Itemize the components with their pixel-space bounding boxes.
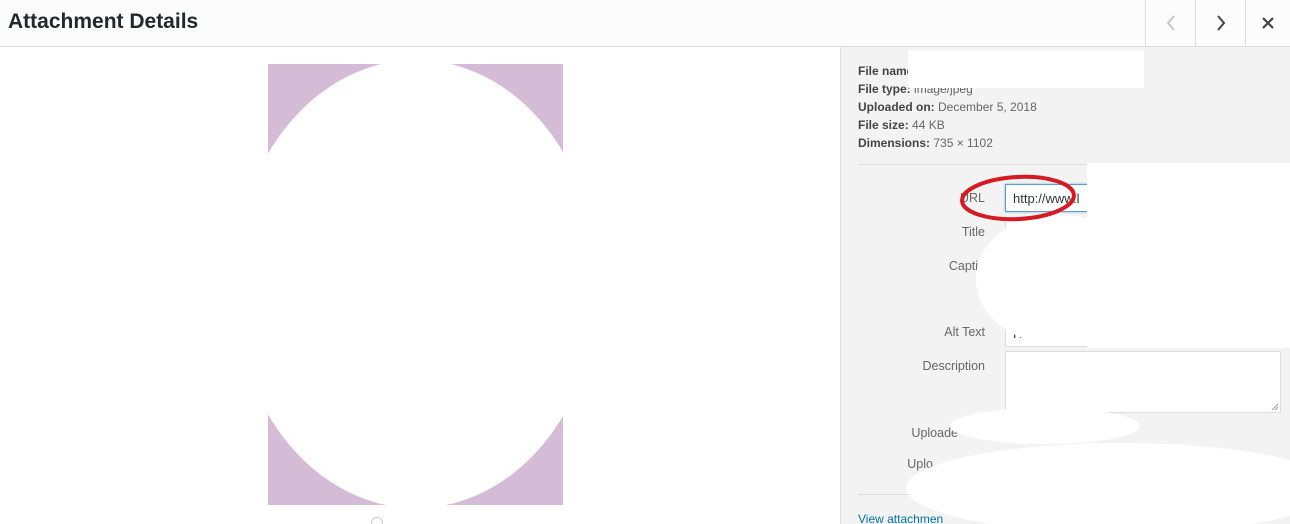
annotation-circle: [960, 174, 1076, 222]
image-edit-handle: [371, 517, 383, 524]
description-label: Description: [922, 359, 985, 373]
chevron-left-icon: [1166, 15, 1175, 31]
close-button[interactable]: [1245, 0, 1290, 46]
file-size-row: File size: 44 KB: [858, 118, 945, 132]
chevron-right-icon: [1216, 15, 1225, 31]
image-preview-area: [0, 47, 840, 524]
dimensions-row: Dimensions: 735 × 1102: [858, 136, 993, 150]
redaction-uploaded-by: [950, 408, 1140, 444]
alt-text-label: Alt Text: [944, 325, 985, 339]
previous-button[interactable]: [1145, 0, 1195, 46]
view-attachment-page-link[interactable]: View attachmen: [858, 512, 943, 524]
attachment-thumbnail: [268, 64, 563, 505]
next-button[interactable]: [1195, 0, 1245, 46]
redaction-file-name: [908, 50, 1144, 88]
title-label: Title: [961, 225, 985, 239]
resize-grip-icon[interactable]: [1270, 402, 1279, 411]
close-icon: [1262, 17, 1274, 29]
page-title: Attachment Details: [8, 10, 199, 33]
caption-label: Captio: [948, 259, 985, 273]
redaction-title-caption: [976, 214, 1136, 344]
uploaded-to-label: Uplo: [907, 457, 933, 471]
uploaded-by-label: Uploade: [911, 426, 958, 440]
description-textarea[interactable]: [1005, 351, 1281, 413]
uploaded-on-row: Uploaded on: December 5, 2018: [858, 100, 1037, 114]
modal-header: Attachment Details: [0, 0, 1290, 47]
